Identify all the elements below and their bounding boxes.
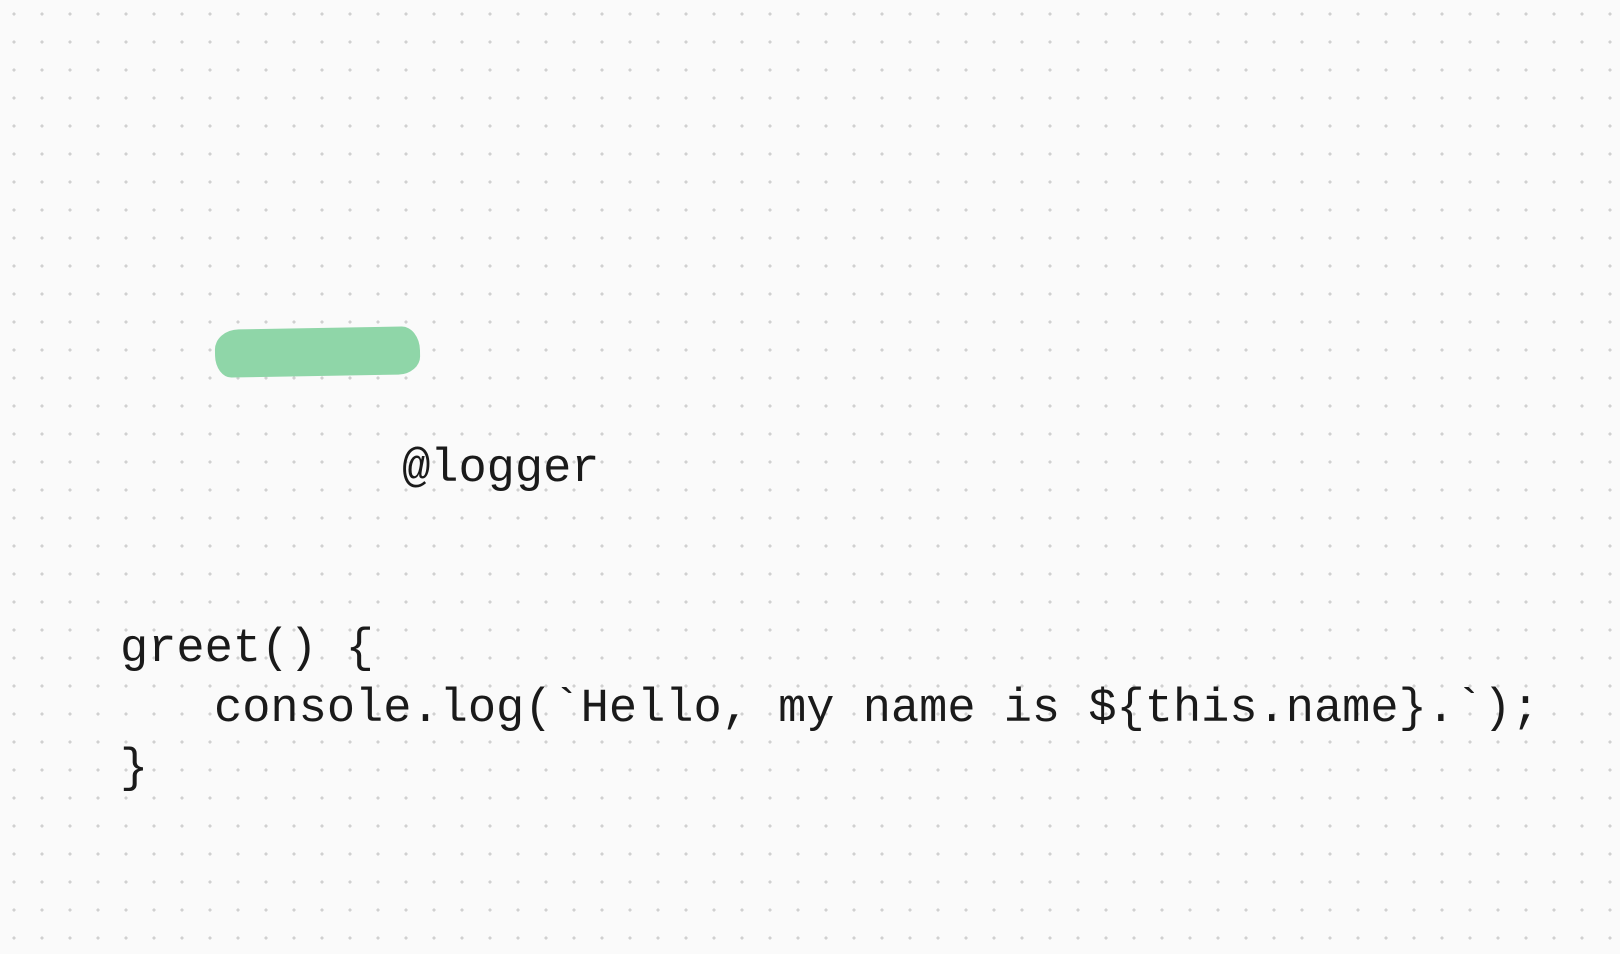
code-line-body: console.log(`Hello, my name is ${this.na… bbox=[120, 680, 1540, 740]
code-line-function-signature: greet() { bbox=[120, 620, 1540, 680]
highlight-mark bbox=[214, 326, 420, 378]
code-line-decorator: @logger bbox=[120, 260, 1540, 620]
code-line-close-brace: } bbox=[120, 740, 1540, 800]
code-block: @logger greet() { console.log(`Hello, my… bbox=[120, 260, 1540, 800]
decorator-text: @logger bbox=[402, 443, 599, 496]
highlighted-decorator: @logger bbox=[233, 320, 600, 560]
